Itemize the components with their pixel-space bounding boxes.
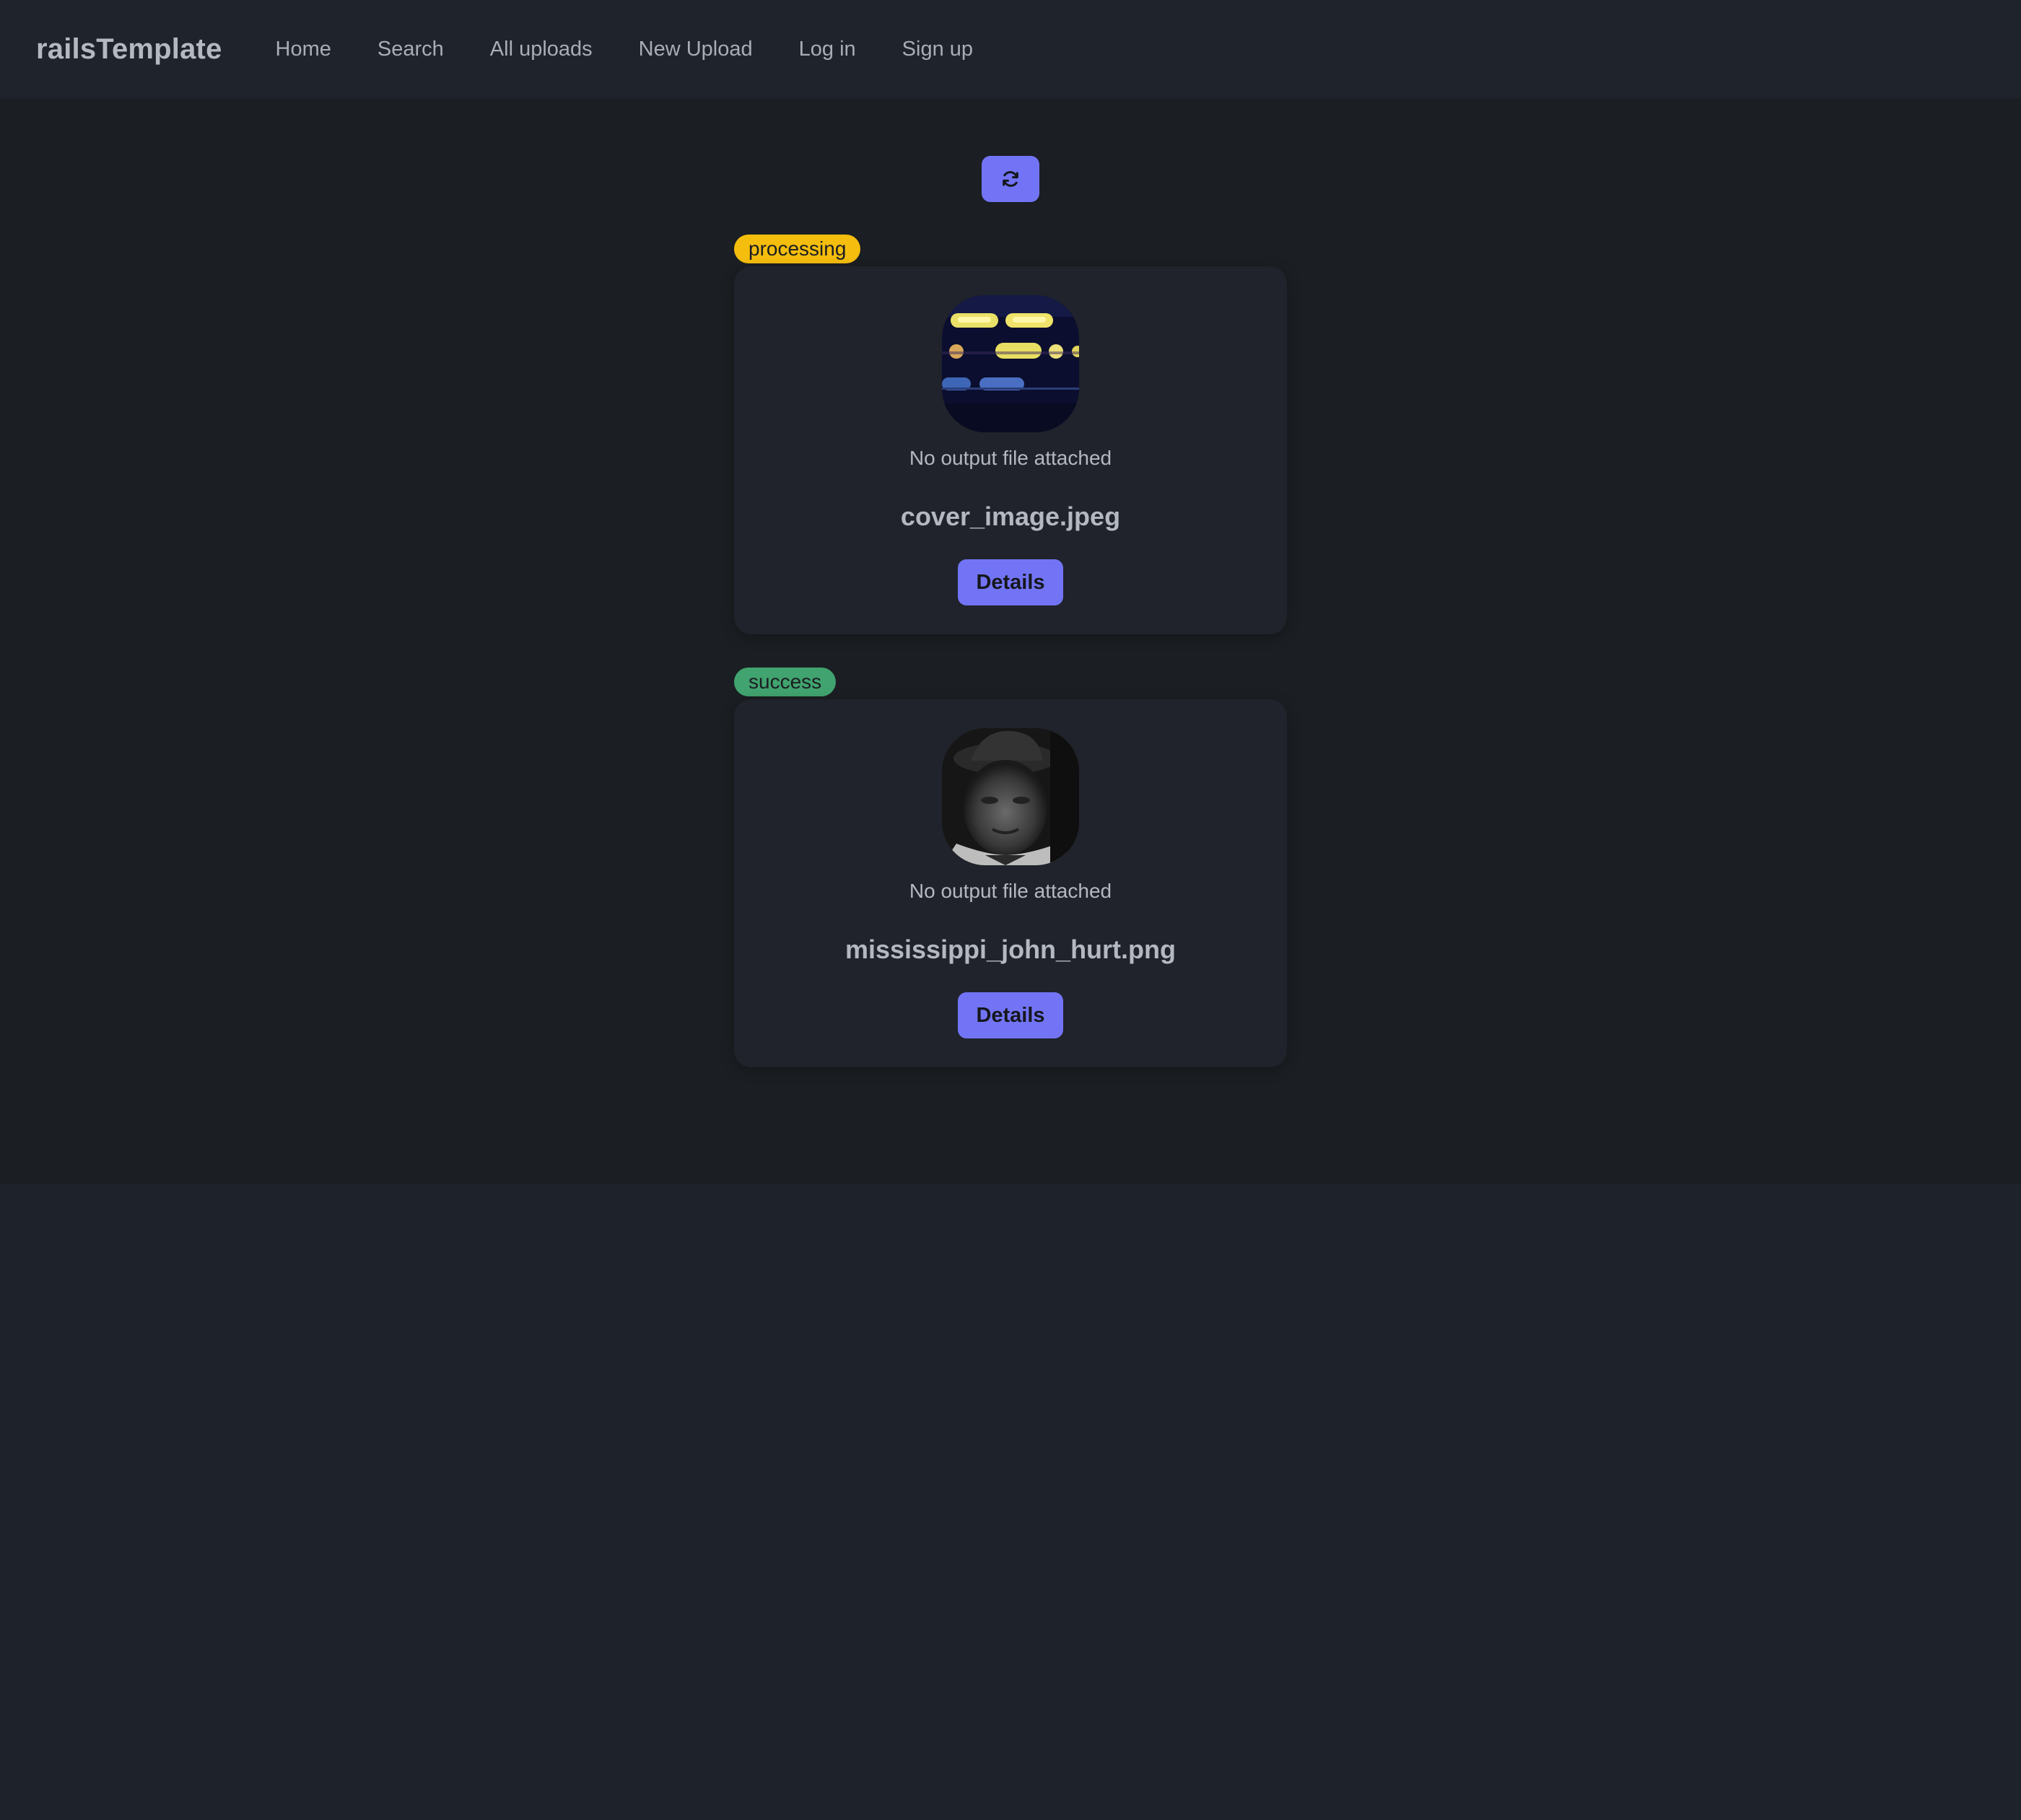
upload-thumbnail xyxy=(942,295,1079,432)
upload-card: No output file attached cover_image.jpeg… xyxy=(734,266,1287,634)
upload-card: No output file attached mississippi_john… xyxy=(734,699,1287,1067)
upload-thumbnail xyxy=(942,728,1079,865)
details-button[interactable]: Details xyxy=(958,992,1063,1038)
nav-home[interactable]: Home xyxy=(276,38,331,61)
refresh-icon xyxy=(1003,171,1018,187)
refresh-button[interactable] xyxy=(982,156,1039,202)
nav-all-uploads[interactable]: All uploads xyxy=(490,38,593,61)
status-badge: success xyxy=(734,668,837,696)
status-badge: processing xyxy=(734,235,861,263)
upload-filename: mississippi_john_hurt.png xyxy=(844,935,1177,964)
details-button[interactable]: Details xyxy=(958,559,1063,605)
brand-link[interactable]: railsTemplate xyxy=(36,33,222,66)
output-status-text: No output file attached xyxy=(909,880,1112,902)
nav-sign-up[interactable]: Sign up xyxy=(902,38,973,61)
uploads-list: processing No output file attached cover… xyxy=(0,98,2021,1184)
output-status-text: No output file attached xyxy=(909,447,1112,469)
nav-log-in[interactable]: Log in xyxy=(799,38,856,61)
top-navbar: railsTemplate Home Search All uploads Ne… xyxy=(0,0,2021,98)
nav-search[interactable]: Search xyxy=(377,38,444,61)
upload-filename: cover_image.jpeg xyxy=(900,502,1121,531)
nav-new-upload[interactable]: New Upload xyxy=(639,38,753,61)
